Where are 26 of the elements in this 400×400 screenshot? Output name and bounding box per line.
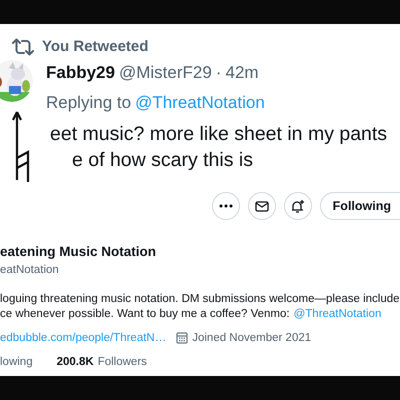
- followers-count[interactable]: 200.8K: [56, 354, 94, 371]
- more-icon: [218, 204, 233, 208]
- profile-handle: eatNotation: [0, 263, 60, 278]
- avatar[interactable]: [0, 60, 33, 102]
- bio-text: loguing threatening music notation. DM submissions welcome—please include: [0, 292, 400, 306]
- following-button[interactable]: Following: [320, 192, 400, 220]
- message-button[interactable]: [248, 192, 276, 220]
- tweet-text: e of how scary this is: [72, 148, 254, 173]
- separator-dot: ·: [216, 62, 222, 84]
- bell-plus-icon: [290, 198, 306, 214]
- calendar-icon: [176, 332, 188, 344]
- author-handle: @MisterF29: [118, 62, 212, 84]
- retweet-label: You Retweeted: [42, 36, 148, 57]
- profile-name: eatening Music Notation: [0, 243, 158, 261]
- notification-button[interactable]: [284, 192, 312, 220]
- joined-date: Joined November 2021: [192, 330, 312, 346]
- tweet-text: eet music? more like sheet in my pants: [50, 122, 388, 147]
- bio-text: ce whenever possible. Want to buy me a coffee? Venmo:: [0, 306, 290, 322]
- following-link[interactable]: lowing: [0, 354, 33, 371]
- replying-label: Replying to: [46, 92, 132, 114]
- envelope-icon: [254, 200, 269, 212]
- tweet-time[interactable]: 42m: [225, 60, 259, 86]
- followers-label[interactable]: Followers: [98, 354, 147, 371]
- author-name[interactable]: Fabby29: [46, 60, 115, 86]
- retweet-icon: [12, 38, 34, 56]
- more-button[interactable]: [212, 192, 240, 220]
